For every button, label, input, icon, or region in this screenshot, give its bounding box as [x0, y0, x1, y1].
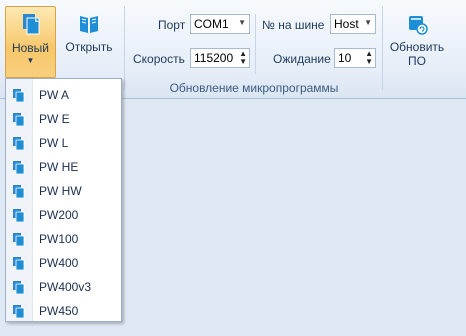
menu-item-label: PW100	[39, 232, 79, 246]
device-document-icon	[13, 113, 25, 126]
menu-item[interactable]: PW E	[6, 107, 121, 131]
group-divider	[124, 6, 125, 90]
menu-item-label: PW HW	[39, 184, 82, 198]
menu-item-label: PW450	[39, 304, 79, 318]
update-label-line1: Обновить	[389, 40, 445, 54]
device-document-icon	[13, 137, 25, 150]
menu-item[interactable]: PW HE	[6, 155, 121, 179]
menu-item-label: PW400v3	[39, 280, 92, 294]
device-document-icon	[13, 233, 25, 246]
menu-item-label: PW400	[39, 256, 79, 270]
speed-value: 115200	[194, 51, 234, 65]
device-document-icon	[13, 161, 25, 174]
menu-item[interactable]: PW A	[6, 83, 121, 107]
speed-spinner[interactable]: 115200 ▲ ▼	[190, 48, 250, 68]
menu-item[interactable]: PW L	[6, 131, 121, 155]
menu-item[interactable]: PW200	[6, 203, 121, 227]
menu-item-label: PW L	[39, 136, 69, 150]
bus-label: № на шине	[262, 18, 325, 32]
menu-item[interactable]: PW400v3	[6, 275, 121, 299]
chevron-down-icon: ▼	[26, 56, 35, 65]
menu-item[interactable]: PW400	[6, 251, 121, 275]
speed-label: Скорость	[133, 52, 185, 66]
spin-down-icon[interactable]: ▼	[365, 58, 373, 66]
firmware-update-icon	[409, 16, 428, 35]
group-title: Обновление микропрограммы	[169, 81, 339, 95]
open-button-label: Открыть	[65, 40, 113, 54]
menu-item[interactable]: PW100	[6, 227, 121, 251]
chevron-down-icon: ▼	[238, 18, 246, 27]
bus-value: Host	[334, 17, 359, 31]
device-document-icon	[13, 89, 25, 102]
menu-item-label: PW E	[39, 112, 70, 126]
new-device-dropdown: PW A PW E PW L PW HE PW HW PW200 PW100 PW400 PW4…	[5, 78, 122, 322]
port-select[interactable]: COM1 ▼	[190, 14, 250, 34]
port-value: COM1	[194, 17, 229, 31]
wait-spinner[interactable]: 10 ▲ ▼	[334, 48, 376, 68]
new-document-icon	[22, 14, 39, 35]
update-label-line2: ПО	[408, 54, 426, 68]
device-document-icon	[13, 281, 25, 294]
device-document-icon	[13, 257, 25, 270]
open-button[interactable]: Открыть	[60, 6, 118, 78]
menu-item-label: PW A	[39, 88, 70, 102]
new-button-label: Новый	[11, 41, 50, 55]
device-document-icon	[13, 185, 25, 198]
group-divider	[382, 6, 383, 90]
device-document-icon	[13, 305, 25, 318]
wait-value: 10	[338, 51, 352, 65]
update-firmware-button[interactable]: Обновить ПО	[387, 6, 447, 78]
port-label: Порт	[158, 18, 186, 32]
spin-down-icon[interactable]: ▼	[239, 58, 247, 66]
chevron-down-icon: ▼	[364, 18, 372, 27]
device-document-icon	[13, 209, 25, 222]
menu-item[interactable]: PW450	[6, 299, 121, 323]
new-button[interactable]: Новый ▼	[5, 6, 56, 78]
bus-select[interactable]: Host ▼	[330, 14, 376, 34]
menu-item-label: PW200	[39, 208, 79, 222]
wait-label: Ожидание	[273, 52, 331, 66]
menu-item[interactable]: PW HW	[6, 179, 121, 203]
menu-item-label: PW HE	[39, 160, 79, 174]
open-book-icon	[80, 16, 98, 33]
field-divider	[255, 14, 256, 74]
